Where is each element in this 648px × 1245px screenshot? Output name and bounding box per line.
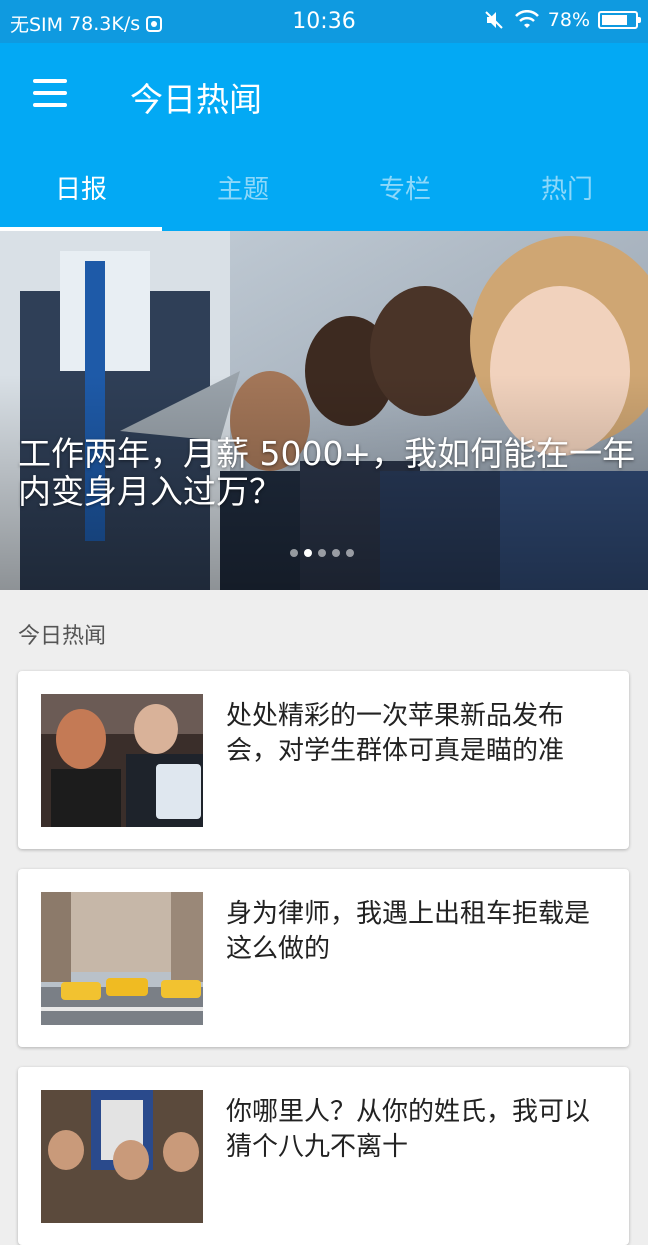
story-thumbnail bbox=[41, 694, 203, 827]
story-card[interactable]: 处处精彩的一次苹果新品发布会，对学生群体可真是瞄的准 bbox=[18, 671, 629, 849]
tab-hot[interactable]: 热门 bbox=[486, 149, 648, 231]
mute-icon bbox=[485, 11, 503, 29]
pager-dot bbox=[332, 549, 340, 557]
status-bar: 无SIM 78.3K/s 10:36 78% bbox=[0, 0, 648, 43]
story-thumbnail bbox=[41, 892, 203, 1025]
battery-icon bbox=[598, 11, 641, 29]
page-title: 今日热闻 bbox=[130, 80, 262, 119]
tab-themes[interactable]: 主题 bbox=[162, 149, 324, 231]
tab-columns[interactable]: 专栏 bbox=[324, 149, 486, 231]
story-title: 处处精彩的一次苹果新品发布会，对学生群体可真是瞄的准 bbox=[226, 701, 565, 766]
battery-percent: 78% bbox=[547, 9, 590, 31]
story-card[interactable]: 身为律师，我遇上出租车拒载是这么做的 bbox=[18, 869, 629, 1047]
pager-dot bbox=[318, 549, 326, 557]
pager-dot bbox=[346, 549, 354, 557]
top-story-banner[interactable]: 工作两年，月薪 5000+，我如何能在一年内变身月入过万？ bbox=[0, 231, 648, 590]
section-title: 今日热闻 bbox=[18, 624, 107, 649]
story-thumbnail bbox=[41, 1090, 203, 1223]
pager-dot bbox=[290, 549, 298, 557]
banner-image bbox=[0, 231, 648, 590]
app-bar: 今日热闻 bbox=[0, 43, 648, 149]
story-card[interactable]: 你哪里人？从你的姓氏，我可以猜个八九不离十 bbox=[18, 1067, 629, 1245]
tab-bar: 日报 主题 专栏 热门 bbox=[0, 149, 648, 231]
menu-icon[interactable] bbox=[33, 79, 69, 107]
wifi-icon bbox=[514, 10, 539, 28]
tab-daily[interactable]: 日报 bbox=[0, 149, 162, 231]
story-title: 你哪里人？从你的姓氏，我可以猜个八九不离十 bbox=[226, 1097, 591, 1162]
pager-dot bbox=[304, 549, 312, 557]
story-title: 身为律师，我遇上出租车拒载是这么做的 bbox=[226, 899, 591, 964]
banner-pager bbox=[290, 549, 354, 557]
banner-title: 工作两年，月薪 5000+，我如何能在一年内变身月入过万？ bbox=[18, 434, 636, 511]
